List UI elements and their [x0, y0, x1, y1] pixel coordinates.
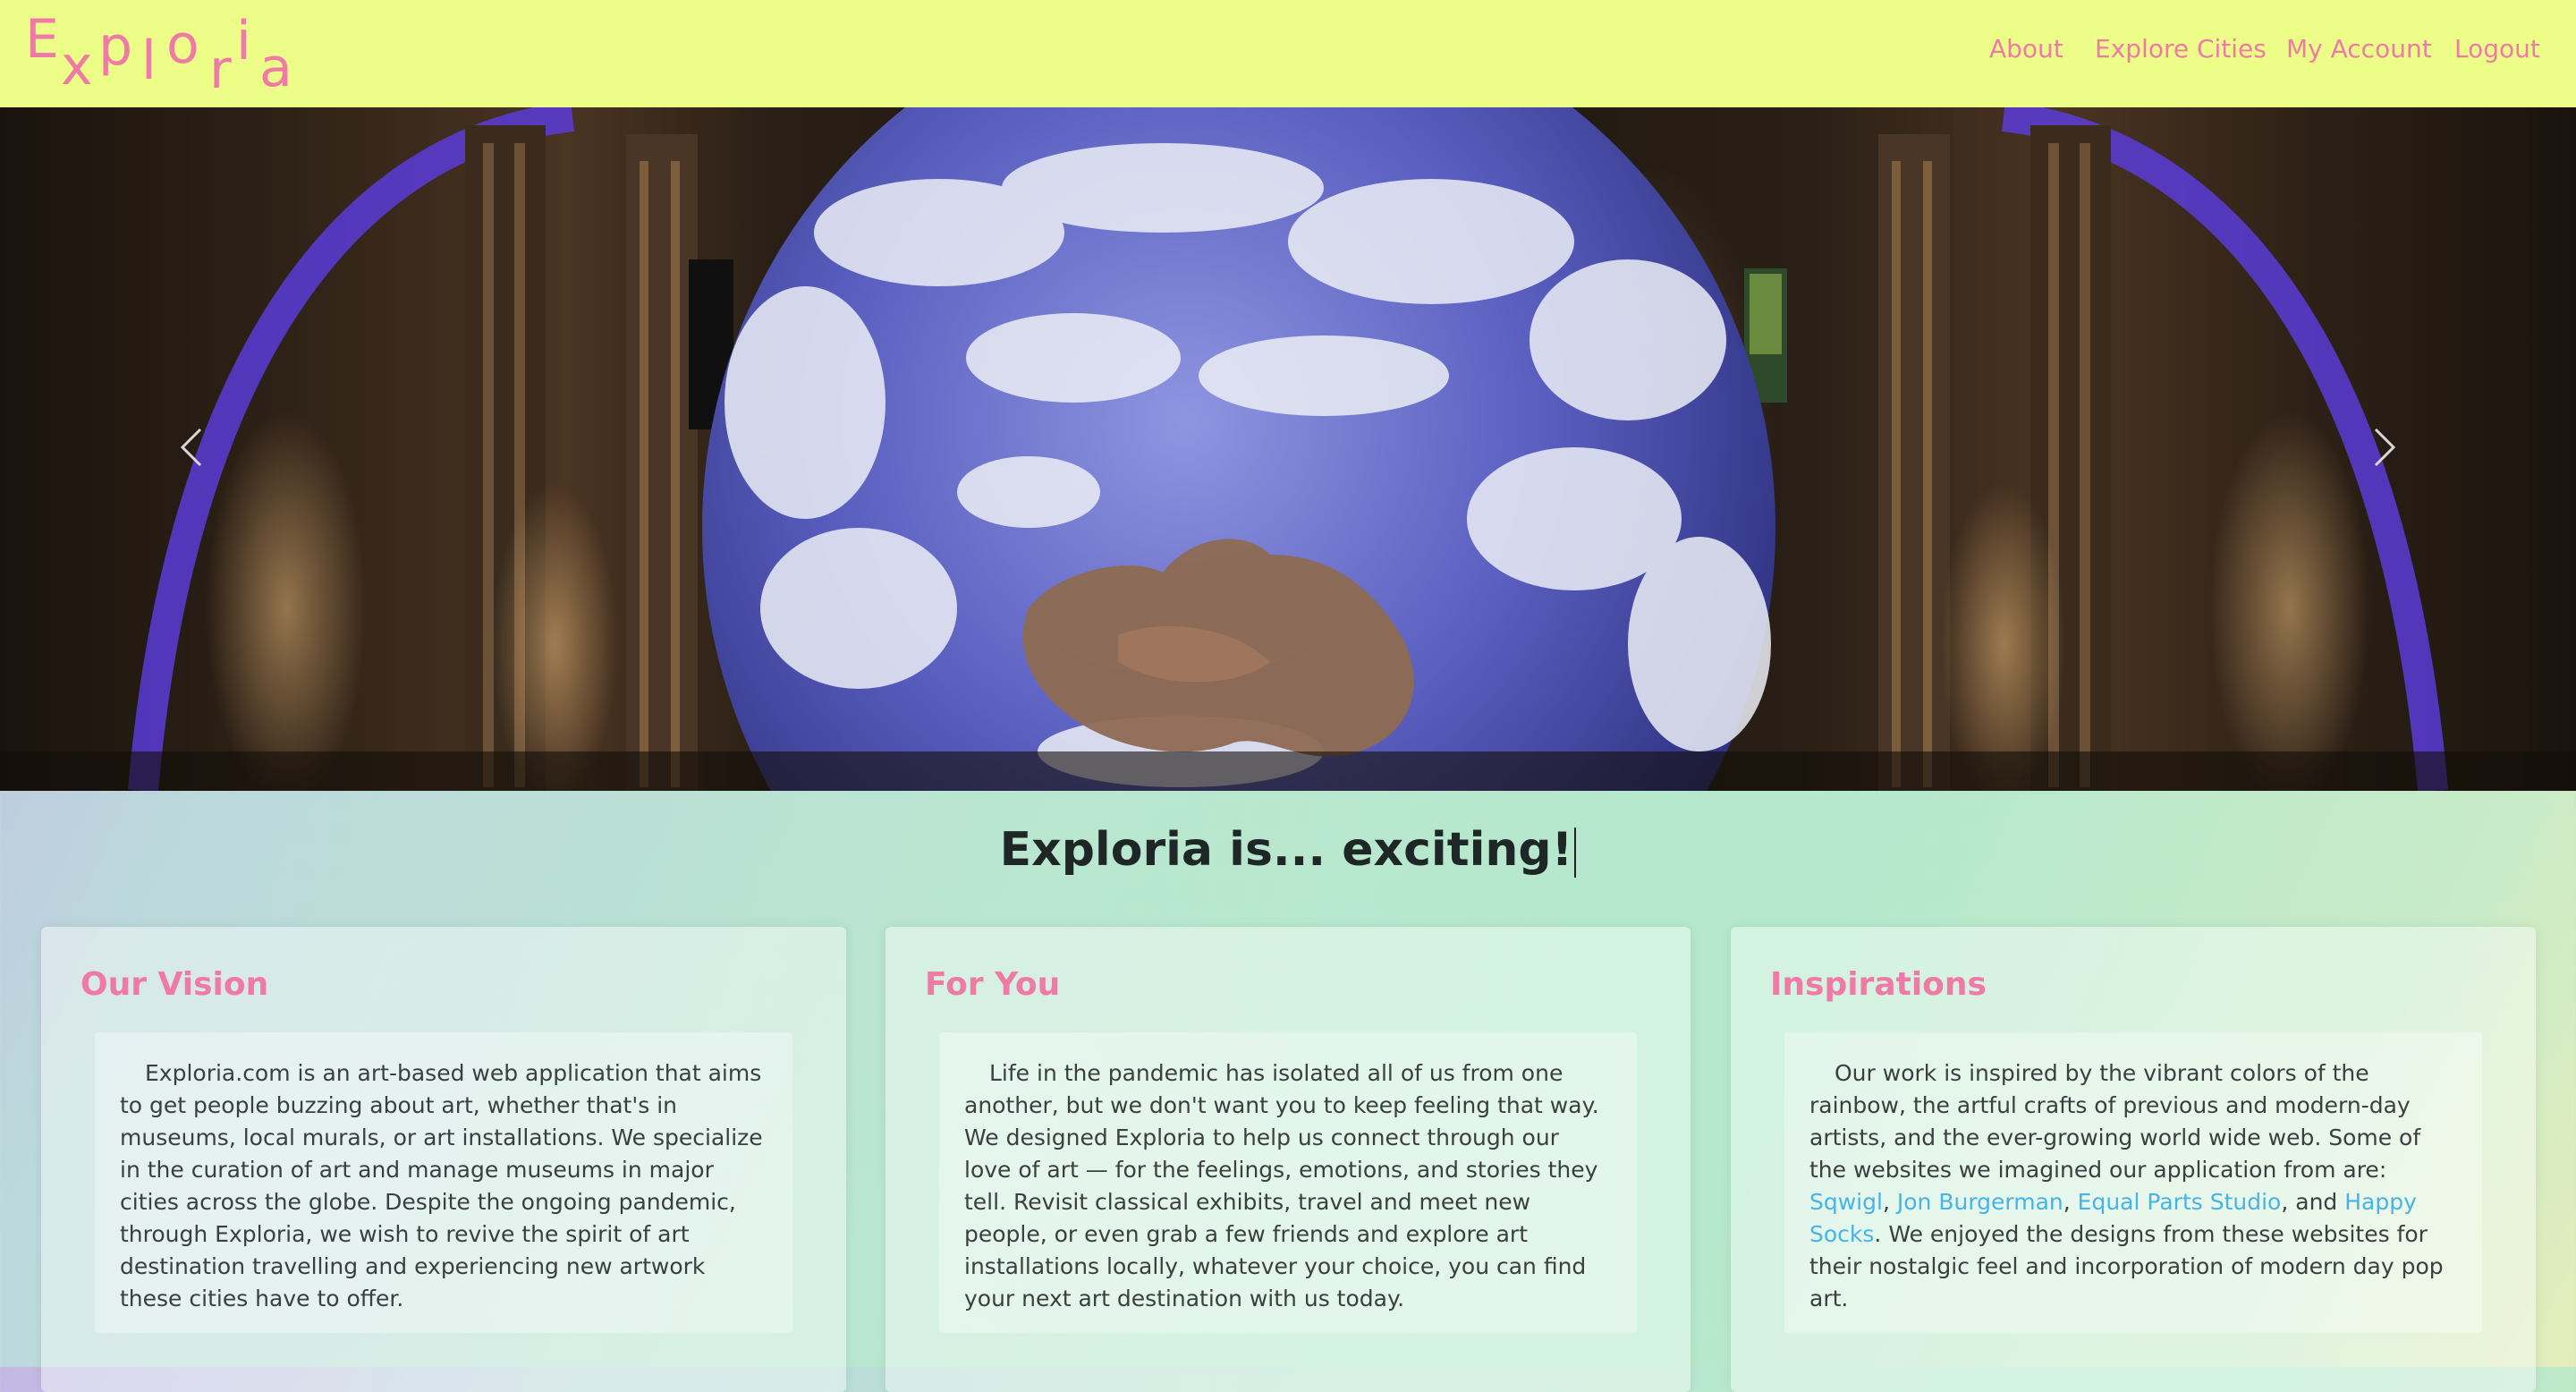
hero-image: [0, 107, 2576, 791]
chevron-left-icon: [180, 428, 202, 467]
card-text: Exploria.com is an art-based web applica…: [120, 1060, 763, 1311]
separator: ,: [2063, 1189, 2071, 1215]
logo-letter: r: [209, 38, 232, 101]
card-text: Life in the pandemic has isolated all of…: [964, 1060, 1599, 1311]
card-body: Our work is inspired by the vibrant colo…: [1784, 1032, 2482, 1333]
nav-my-account-link[interactable]: My Account: [2286, 34, 2432, 64]
chevron-right-icon: [2374, 428, 2396, 467]
nav-logout-link[interactable]: Logout: [2454, 34, 2540, 64]
page-headline: Exploria is... exciting!: [0, 823, 2576, 878]
nav-explore-cities-link[interactable]: Explore Cities: [2095, 34, 2267, 64]
card-title: Inspirations: [1770, 966, 1987, 1003]
card-body: Exploria.com is an art-based web applica…: [95, 1032, 792, 1333]
link-equal-parts-studio[interactable]: Equal Parts Studio: [2078, 1189, 2282, 1215]
logo-letter: l: [141, 30, 157, 92]
typing-caret: [1574, 828, 1577, 878]
link-jon-burgerman[interactable]: Jon Burgerman: [1897, 1189, 2063, 1215]
card-title: For You: [925, 966, 1061, 1003]
card-our-vision: Our Vision Exploria.com is an art-based …: [41, 927, 846, 1392]
card-inspirations: Inspirations Our work is inspired by the…: [1731, 927, 2536, 1392]
exploria-logo[interactable]: E x p l o r i a: [25, 8, 311, 99]
hero-carousel: [0, 107, 2576, 791]
top-navbar: E x p l o r i a About Explore Cities My …: [0, 0, 2576, 107]
carousel-prev-button[interactable]: [166, 420, 220, 474]
separator: , and: [2281, 1189, 2338, 1215]
logo-letter: a: [259, 37, 292, 99]
carousel-next-button[interactable]: [2356, 420, 2410, 474]
card-text: Our work is inspired by the vibrant colo…: [1809, 1060, 2421, 1183]
logo-letter: p: [98, 15, 133, 78]
logo-letter: x: [61, 35, 93, 98]
card-for-you: For You Life in the pandemic has isolate…: [886, 927, 1690, 1392]
separator: ,: [1882, 1189, 1890, 1215]
nav-about-link[interactable]: About: [1989, 34, 2063, 64]
logo-letter: o: [166, 13, 199, 76]
link-sqwigl[interactable]: Sqwigl: [1809, 1189, 1883, 1215]
card-title: Our Vision: [80, 966, 269, 1003]
logo-letter: i: [236, 10, 251, 72]
card-text: . We enjoyed the designs from these webs…: [1809, 1221, 2444, 1311]
headline-text: Exploria is... exciting!: [999, 823, 1573, 877]
logo-letter: E: [25, 8, 59, 71]
card-body: Life in the pandemic has isolated all of…: [939, 1032, 1637, 1333]
